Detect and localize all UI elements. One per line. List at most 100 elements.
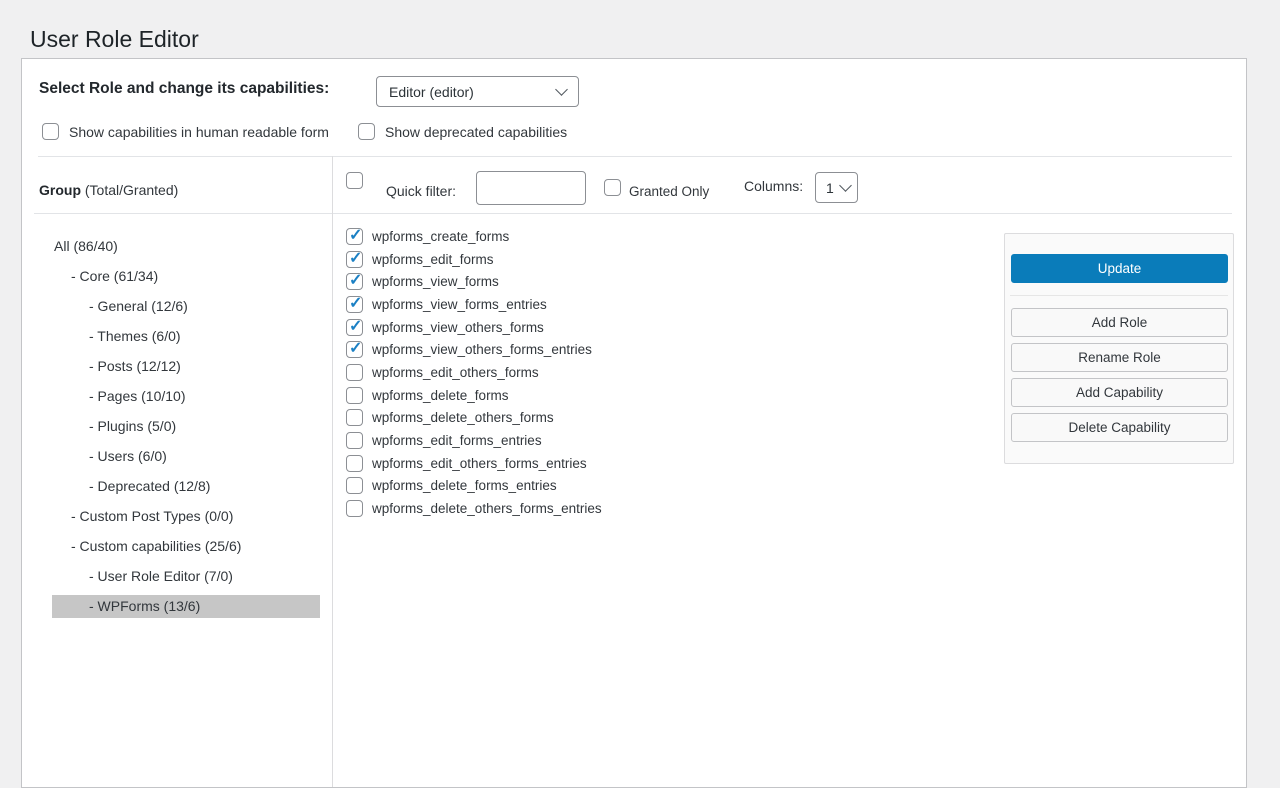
group-tree-item-label: - Deprecated (12/8) [52,475,320,498]
capability-label: wpforms_edit_forms [372,252,494,267]
page-title: User Role Editor [30,25,199,55]
capability-checkbox[interactable] [346,500,363,517]
group-tree-item-label: - User Role Editor (7/0) [52,565,320,588]
capability-row: wpforms_delete_forms [346,384,602,407]
capability-checkbox[interactable] [346,273,363,290]
human-readable-label: Show capabilities in human readable form [69,124,329,140]
capability-checkbox[interactable] [346,251,363,268]
vertical-divider [332,156,333,787]
group-tree-item[interactable]: - Posts (12/12) [52,351,320,381]
update-button[interactable]: Update [1011,254,1228,283]
group-tree-item-label: - General (12/6) [52,295,320,318]
role-select-value: Editor (editor) [389,84,474,100]
capability-label: wpforms_view_others_forms [372,320,544,335]
group-tree-item-label: - Posts (12/12) [52,355,320,378]
capability-checkbox[interactable] [346,387,363,404]
capability-checkbox[interactable] [346,364,363,381]
capability-label: wpforms_delete_others_forms_entries [372,501,602,516]
capability-row: wpforms_delete_forms_entries [346,475,602,498]
group-tree-item-label: - Pages (10/10) [52,385,320,408]
group-header-suffix: (Total/Granted) [81,182,178,198]
capability-row: wpforms_delete_others_forms [346,407,602,430]
role-select[interactable]: Editor (editor) [376,76,579,107]
capability-row: wpforms_edit_forms_entries [346,429,602,452]
capability-row: wpforms_delete_others_forms_entries [346,497,602,520]
rename-role-button[interactable]: Rename Role [1011,343,1228,372]
columns-select-value: 1 [826,180,834,196]
group-tree-item[interactable]: - Plugins (5/0) [52,411,320,441]
capability-checkbox[interactable] [346,477,363,494]
capability-row: wpforms_view_others_forms [346,316,602,339]
columns-label: Columns: [744,178,803,194]
capability-checkbox[interactable] [346,455,363,472]
group-tree-item[interactable]: - Custom Post Types (0/0) [52,501,320,531]
group-header-title: Group [39,182,81,198]
capability-label: wpforms_delete_forms_entries [372,478,557,493]
actions-panel: Update Add Role Rename Role Add Capabili… [1004,233,1234,464]
group-tree-item[interactable]: - User Role Editor (7/0) [52,561,320,591]
human-readable-option: Show capabilities in human readable form [42,123,329,140]
capability-label: wpforms_delete_others_forms [372,410,554,425]
columns-select[interactable]: 1 [815,172,858,203]
capability-label: wpforms_view_forms [372,274,499,289]
capability-checkbox[interactable] [346,228,363,245]
capability-row: wpforms_view_forms_entries [346,293,602,316]
role-select-label: Select Role and change its capabilities: [39,80,329,98]
user-role-editor-panel: Select Role and change its capabilities:… [21,58,1247,788]
chevron-down-icon [839,179,852,192]
capability-row: wpforms_edit_forms [346,248,602,271]
capability-row: wpforms_create_forms [346,225,602,248]
quick-filter-input[interactable] [476,171,586,205]
divider [1010,295,1228,296]
group-tree-item-label: - Core (61/34) [52,265,320,288]
capability-checkbox[interactable] [346,432,363,449]
capability-checkbox[interactable] [346,341,363,358]
capability-checkbox[interactable] [346,319,363,336]
select-all-checkbox[interactable] [346,172,363,189]
quick-filter-label: Quick filter: [386,183,456,199]
group-tree-item-label: - Plugins (5/0) [52,415,320,438]
group-tree-item-label: - Custom capabilities (25/6) [52,535,320,558]
group-tree-item[interactable]: - Core (61/34) [52,261,320,291]
group-tree-item[interactable]: - General (12/6) [52,291,320,321]
group-tree-item[interactable]: - Themes (6/0) [52,321,320,351]
deprecated-option: Show deprecated capabilities [358,123,567,140]
group-tree-item[interactable]: - Pages (10/10) [52,381,320,411]
granted-only-label: Granted Only [629,184,709,199]
group-tree-item[interactable]: - Users (6/0) [52,441,320,471]
deprecated-checkbox[interactable] [358,123,375,140]
group-tree-item[interactable]: - WPForms (13/6) [52,591,320,621]
capability-label: wpforms_view_others_forms_entries [372,342,592,357]
capability-label: wpforms_delete_forms [372,388,509,403]
capability-checkbox[interactable] [346,296,363,313]
group-tree-item-label: - WPForms (13/6) [52,595,320,618]
capability-label: wpforms_view_forms_entries [372,297,547,312]
group-column-header: Group (Total/Granted) [39,182,178,198]
add-capability-button[interactable]: Add Capability [1011,378,1228,407]
group-tree-item-label: All (86/40) [52,235,320,258]
capability-row: wpforms_view_forms [346,270,602,293]
capabilities-list: wpforms_create_forms wpforms_edit_formswp… [346,225,602,520]
capability-row: wpforms_edit_others_forms [346,361,602,384]
deprecated-label: Show deprecated capabilities [385,124,567,140]
group-tree-item[interactable]: All (86/40) [52,231,320,261]
chevron-down-icon [555,83,568,96]
capability-label: wpforms_create_forms [372,229,509,244]
human-readable-checkbox[interactable] [42,123,59,140]
add-role-button[interactable]: Add Role [1011,308,1228,337]
capability-row: wpforms_view_others_forms_entries [346,338,602,361]
capability-row: wpforms_edit_others_forms_entries [346,452,602,475]
group-tree-item[interactable]: - Deprecated (12/8) [52,471,320,501]
group-tree-item[interactable]: - Custom capabilities (25/6) [52,531,320,561]
capability-label: wpforms_edit_others_forms_entries [372,456,587,471]
capability-checkbox[interactable] [346,409,363,426]
group-tree-item-label: - Users (6/0) [52,445,320,468]
group-tree-item-label: - Custom Post Types (0/0) [52,505,320,528]
divider [38,156,1232,157]
granted-only-checkbox[interactable] [604,179,621,196]
capability-label: wpforms_edit_others_forms [372,365,539,380]
divider [34,213,1232,214]
capability-label: wpforms_edit_forms_entries [372,433,542,448]
delete-capability-button[interactable]: Delete Capability [1011,413,1228,442]
group-tree: All (86/40) - Core (61/34) - General (12/6… [52,231,320,621]
